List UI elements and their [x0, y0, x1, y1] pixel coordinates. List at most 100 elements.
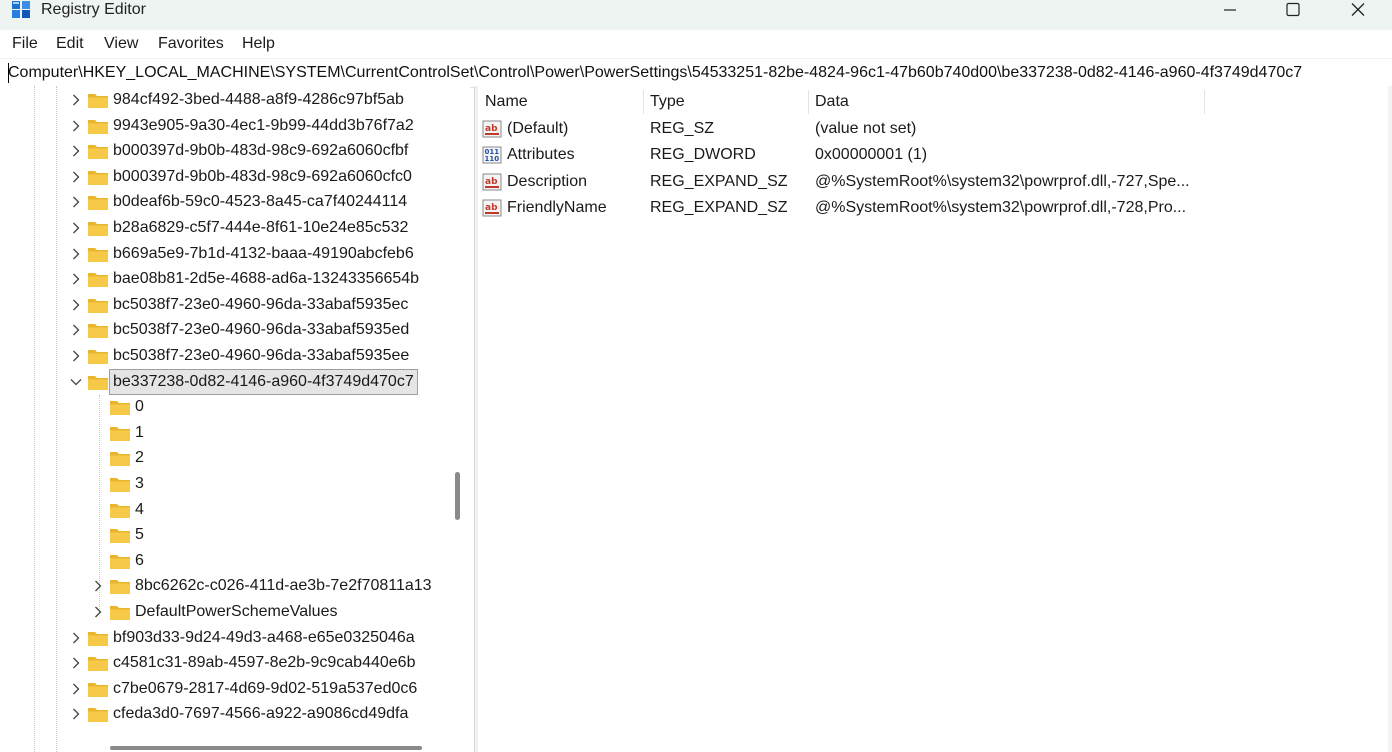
tree-item[interactable]: 9943e905-9a30-4ec1-9b99-44dd3b76f7a2 — [0, 114, 460, 138]
tree-item[interactable]: 1 — [0, 421, 460, 445]
tree-item[interactable]: bf903d33-9d24-49d3-a468-e65e0325046a — [0, 626, 460, 650]
tree-item[interactable]: c4581c31-89ab-4597-8e2b-9c9cab440e6b — [0, 651, 460, 675]
folder-icon — [110, 452, 130, 467]
value-type: REG_DWORD — [650, 146, 756, 164]
address-bar[interactable]: Computer\HKEY_LOCAL_MACHINE\SYSTEM\Curre… — [0, 58, 1392, 88]
tree-item-label: bc5038f7-23e0-4960-96da-33abaf5935ec — [113, 295, 409, 313]
svg-text:ab: ab — [485, 203, 498, 213]
chevron-right-icon[interactable] — [92, 606, 104, 618]
tree-item[interactable]: 0 — [0, 395, 460, 419]
tree-item[interactable]: 8bc6262c-c026-411d-ae3b-7e2f70811a13 — [0, 574, 460, 598]
folder-icon — [88, 170, 108, 185]
value-type: REG_EXPAND_SZ — [650, 199, 788, 217]
column-divider[interactable] — [808, 90, 809, 114]
chevron-right-icon[interactable] — [70, 350, 82, 362]
chevron-right-icon[interactable] — [70, 708, 82, 720]
chevron-right-icon[interactable] — [70, 273, 82, 285]
tree-item-label: be337238-0d82-4146-a960-4f3749d470c7 — [109, 368, 418, 395]
tree-item-label: c4581c31-89ab-4597-8e2b-9c9cab440e6b — [113, 654, 416, 672]
folder-icon — [88, 708, 108, 723]
chevron-right-icon[interactable] — [70, 196, 82, 208]
tree-item-label: bc5038f7-23e0-4960-96da-33abaf5935ee — [113, 347, 410, 364]
chevron-right-icon[interactable] — [70, 683, 82, 695]
tree-item[interactable]: 3 — [0, 472, 460, 496]
tree-horizontal-scrollbar[interactable] — [110, 746, 422, 750]
minimize-button[interactable] — [1207, 0, 1253, 22]
close-button[interactable] — [1335, 0, 1381, 22]
menu-help[interactable]: Help — [242, 35, 275, 53]
tree-item-label: 5 — [135, 526, 144, 544]
value-row[interactable]: ab FriendlyName REG_EXPAND_SZ @%SystemRoot%… — [482, 195, 1202, 221]
key-tree-pane[interactable]: 984cf492-3bed-4488-a8f9-4286c97bf5ab 9943… — [0, 86, 470, 752]
chevron-right-icon[interactable] — [70, 222, 82, 234]
tree-item[interactable]: bc5038f7-23e0-4960-96da-33abaf5935ee — [0, 344, 460, 368]
tree-item[interactable]: b000397d-9b0b-483d-98c9-692a6060cfc0 — [0, 165, 460, 189]
menu-favorites[interactable]: Favorites — [158, 35, 224, 53]
string-value-icon: ab — [482, 199, 502, 217]
chevron-right-icon[interactable] — [70, 299, 82, 311]
tree-item[interactable]: b000397d-9b0b-483d-98c9-692a6060cfbf — [0, 139, 460, 163]
column-header-name[interactable]: Name — [485, 92, 528, 112]
tree-item[interactable]: b28a6829-c5f7-444e-8f61-10e24e85c532 — [0, 216, 460, 240]
folder-icon — [88, 375, 108, 390]
tree-item[interactable]: b669a5e9-7b1d-4132-baaa-49190abcfeb6 — [0, 242, 460, 266]
chevron-down-icon[interactable] — [70, 376, 82, 388]
folder-icon — [88, 682, 108, 697]
value-row[interactable]: ab (Default) REG_SZ (value not set) — [482, 116, 1202, 142]
tree-item[interactable]: cfeda3d0-7697-4566-a922-a9086cd49dfa — [0, 702, 460, 726]
folder-icon — [110, 580, 130, 595]
chevron-right-icon[interactable] — [70, 94, 82, 106]
chevron-right-icon[interactable] — [70, 657, 82, 669]
column-header-data[interactable]: Data — [815, 92, 849, 112]
title-bar: Registry Editor — [0, 0, 1392, 30]
address-path[interactable]: Computer\HKEY_LOCAL_MACHINE\SYSTEM\Curre… — [8, 64, 1302, 82]
tree-item[interactable]: bc5038f7-23e0-4960-96da-33abaf5935ed — [0, 318, 460, 342]
folder-icon — [110, 554, 130, 569]
folder-icon — [110, 529, 130, 544]
tree-item-label: bae08b81-2d5e-4688-ad6a-13243356654b — [113, 270, 420, 288]
tree-item[interactable]: 984cf492-3bed-4488-a8f9-4286c97bf5ab — [0, 88, 460, 112]
value-data: 0x00000001 (1) — [815, 146, 928, 164]
maximize-button[interactable] — [1270, 0, 1316, 22]
tree-item-label: 4 — [135, 500, 144, 518]
minimize-icon — [1224, 9, 1236, 11]
tree-item-label: bf903d33-9d24-49d3-a468-e65e0325046a — [113, 628, 415, 646]
folder-icon — [110, 478, 130, 492]
chevron-right-icon[interactable] — [70, 145, 82, 157]
menu-view[interactable]: View — [104, 35, 138, 53]
tree-item[interactable]: be337238-0d82-4146-a960-4f3749d470c7 — [0, 368, 460, 395]
tree-item[interactable]: c7be0679-2817-4d69-9d02-519a537ed0c6 — [0, 677, 460, 701]
tree-item[interactable]: DefaultPowerSchemeValues — [0, 600, 460, 624]
tree-item[interactable]: 5 — [0, 523, 460, 547]
tree-item[interactable]: 2 — [0, 446, 460, 470]
tree-item[interactable]: 4 — [0, 498, 460, 522]
column-header-type[interactable]: Type — [650, 92, 685, 112]
tree-vertical-scrollbar[interactable] — [455, 472, 460, 520]
values-list-pane[interactable]: Name Type Data ab (Default) REG_SZ (value n… — [478, 86, 1392, 752]
tree-item[interactable]: bae08b81-2d5e-4688-ad6a-13243356654b — [0, 267, 460, 291]
menu-bar: File Edit View Favorites Help — [0, 30, 1392, 58]
tree-item-label: 6 — [135, 551, 144, 569]
registry-editor-icon — [12, 1, 30, 18]
value-name: FriendlyName — [507, 199, 607, 217]
chevron-right-icon[interactable] — [70, 324, 82, 336]
column-divider[interactable] — [643, 90, 644, 114]
chevron-right-icon[interactable] — [70, 632, 82, 644]
menu-file[interactable]: File — [12, 35, 38, 53]
chevron-right-icon[interactable] — [92, 580, 104, 592]
chevron-right-icon[interactable] — [70, 171, 82, 183]
tree-item-label: cfeda3d0-7697-4566-a922-a9086cd49dfa — [113, 705, 409, 723]
tree-item[interactable]: b0deaf6b-59c0-4523-8a45-ca7f40244114 — [0, 190, 460, 214]
value-row[interactable]: 011 110 Attributes REG_DWORD 0x00000001 (1) — [482, 142, 1202, 168]
menu-edit[interactable]: Edit — [56, 35, 84, 53]
tree-item[interactable]: bc5038f7-23e0-4960-96da-33abaf5935ec — [0, 293, 460, 317]
tree-item[interactable]: 6 — [0, 549, 460, 573]
folder-icon — [88, 273, 108, 288]
close-icon — [1351, 3, 1365, 16]
chevron-right-icon[interactable] — [70, 120, 82, 132]
value-row[interactable]: ab Description REG_EXPAND_SZ @%SystemRoot%\… — [482, 169, 1202, 195]
tree-item-label: bc5038f7-23e0-4960-96da-33abaf5935ed — [113, 321, 410, 339]
column-divider[interactable] — [1204, 90, 1205, 114]
folder-icon — [88, 196, 108, 211]
chevron-right-icon[interactable] — [70, 248, 82, 260]
